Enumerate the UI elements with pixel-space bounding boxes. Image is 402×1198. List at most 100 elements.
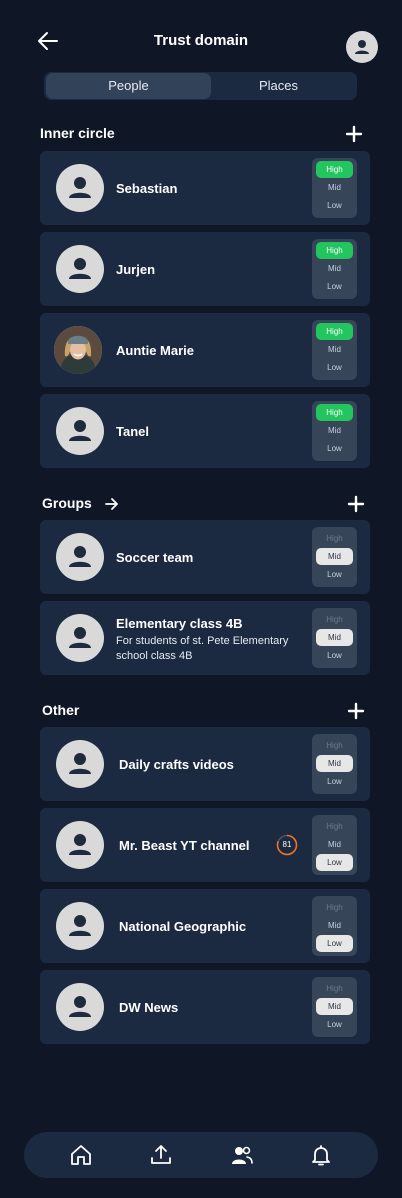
- card-name: Daily crafts videos: [119, 757, 234, 772]
- trust-level-selector: High Mid Low: [312, 815, 357, 875]
- section-title-groups: Groups: [42, 495, 92, 511]
- trust-level-selector: High Mid Low: [312, 158, 357, 218]
- trust-mid-option[interactable]: Mid: [316, 260, 353, 277]
- person-icon: [69, 546, 91, 567]
- avatar: [56, 821, 104, 869]
- avatar: [56, 533, 104, 581]
- person-icon: [69, 996, 91, 1017]
- home-icon[interactable]: [69, 1143, 93, 1167]
- trust-card[interactable]: Auntie Marie High Mid Low: [40, 313, 370, 387]
- trust-low-option[interactable]: Low: [316, 854, 353, 871]
- trust-card[interactable]: National Geographic High Mid Low: [40, 889, 370, 963]
- trust-high-option[interactable]: High: [316, 530, 353, 547]
- trust-card[interactable]: Jurjen High Mid Low: [40, 232, 370, 306]
- trust-card[interactable]: Elementary class 4B For students of st. P…: [40, 601, 370, 675]
- trust-high-option[interactable]: High: [316, 899, 353, 916]
- card-name: Elementary class 4B: [116, 616, 243, 631]
- avatar: [56, 902, 104, 950]
- person-icon: [69, 753, 91, 774]
- trust-card[interactable]: Mr. Beast YT channel 81 High Mid Low: [40, 808, 370, 882]
- trust-low-option[interactable]: Low: [316, 197, 353, 214]
- trust-low-option[interactable]: Low: [316, 1016, 353, 1033]
- person-icon: [69, 915, 91, 936]
- card-name: National Geographic: [119, 919, 247, 934]
- trust-low-option[interactable]: Low: [316, 647, 353, 664]
- trust-high-option[interactable]: High: [316, 242, 353, 259]
- trust-high-option[interactable]: High: [316, 611, 353, 628]
- trust-high-option[interactable]: High: [316, 737, 353, 754]
- score-badge: 81: [276, 834, 298, 856]
- trust-level-selector: High Mid Low: [312, 527, 357, 587]
- trust-level-selector: High Mid Low: [312, 734, 357, 794]
- trust-card[interactable]: Daily crafts videos High Mid Low: [40, 727, 370, 801]
- trust-high-option[interactable]: High: [316, 404, 353, 421]
- card-name: Sebastian: [116, 181, 178, 196]
- upload-icon[interactable]: [149, 1143, 173, 1167]
- card-name: Tanel: [116, 424, 149, 439]
- person-icon: [69, 834, 91, 855]
- trust-mid-option[interactable]: Mid: [316, 422, 353, 439]
- avatar: [56, 740, 104, 788]
- trust-high-option[interactable]: High: [316, 980, 353, 997]
- trust-mid-option[interactable]: Mid: [316, 341, 353, 358]
- trust-mid-option[interactable]: Mid: [316, 548, 353, 565]
- card-name: Soccer team: [116, 550, 194, 565]
- trust-card[interactable]: DW News High Mid Low: [40, 970, 370, 1044]
- trust-level-selector: High Mid Low: [312, 896, 357, 956]
- score-value: 81: [282, 840, 292, 849]
- trust-low-option[interactable]: Low: [316, 440, 353, 457]
- section-title-inner-circle: Inner circle: [40, 125, 115, 141]
- trust-high-option[interactable]: High: [316, 161, 353, 178]
- trust-level-selector: High Mid Low: [312, 239, 357, 299]
- trust-mid-option[interactable]: Mid: [316, 998, 353, 1015]
- trust-mid-option[interactable]: Mid: [316, 836, 353, 853]
- avatar: [56, 983, 104, 1031]
- tab-people[interactable]: People: [46, 73, 211, 99]
- profile-photo: [54, 326, 102, 374]
- trust-mid-option[interactable]: Mid: [316, 629, 353, 646]
- person-icon: [355, 40, 369, 54]
- segment-control: People Places: [44, 72, 357, 100]
- avatar: [56, 614, 104, 662]
- trust-mid-option[interactable]: Mid: [316, 755, 353, 772]
- people-icon[interactable]: [230, 1143, 254, 1167]
- avatar: [56, 407, 104, 455]
- trust-card[interactable]: Soccer team High Mid Low: [40, 520, 370, 594]
- trust-card[interactable]: Tanel High Mid Low: [40, 394, 370, 468]
- avatar: [54, 326, 102, 374]
- person-icon: [69, 177, 91, 198]
- app-header: Trust domain: [0, 0, 402, 80]
- card-name: Mr. Beast YT channel: [119, 838, 250, 853]
- add-inner-circle-button[interactable]: [345, 125, 363, 143]
- add-group-button[interactable]: [347, 495, 365, 513]
- trust-level-selector: High Mid Low: [312, 608, 357, 668]
- tab-places[interactable]: Places: [200, 72, 357, 100]
- person-icon: [69, 420, 91, 441]
- trust-high-option[interactable]: High: [316, 818, 353, 835]
- trust-level-selector: High Mid Low: [312, 977, 357, 1037]
- card-name: Jurjen: [116, 262, 156, 277]
- card-description: For students of st. Pete Elementary scho…: [116, 635, 289, 662]
- trust-card[interactable]: Sebastian High Mid Low: [40, 151, 370, 225]
- trust-mid-option[interactable]: Mid: [316, 917, 353, 934]
- add-other-button[interactable]: [347, 702, 365, 720]
- card-name: DW News: [119, 1000, 179, 1015]
- profile-avatar[interactable]: [346, 31, 378, 63]
- trust-low-option[interactable]: Low: [316, 935, 353, 952]
- person-icon: [69, 258, 91, 279]
- card-name: Auntie Marie: [116, 343, 195, 358]
- trust-level-selector: High Mid Low: [312, 401, 357, 461]
- trust-low-option[interactable]: Low: [316, 773, 353, 790]
- trust-mid-option[interactable]: Mid: [316, 179, 353, 196]
- avatar: [56, 245, 104, 293]
- person-icon: [69, 627, 91, 648]
- trust-high-option[interactable]: High: [316, 323, 353, 340]
- page-title: Trust domain: [153, 32, 249, 49]
- avatar: [56, 164, 104, 212]
- bell-icon[interactable]: [309, 1143, 333, 1167]
- trust-low-option[interactable]: Low: [316, 359, 353, 376]
- groups-arrow-icon[interactable]: [104, 496, 120, 512]
- trust-low-option[interactable]: Low: [316, 278, 353, 295]
- trust-low-option[interactable]: Low: [316, 566, 353, 583]
- trust-level-selector: High Mid Low: [312, 320, 357, 380]
